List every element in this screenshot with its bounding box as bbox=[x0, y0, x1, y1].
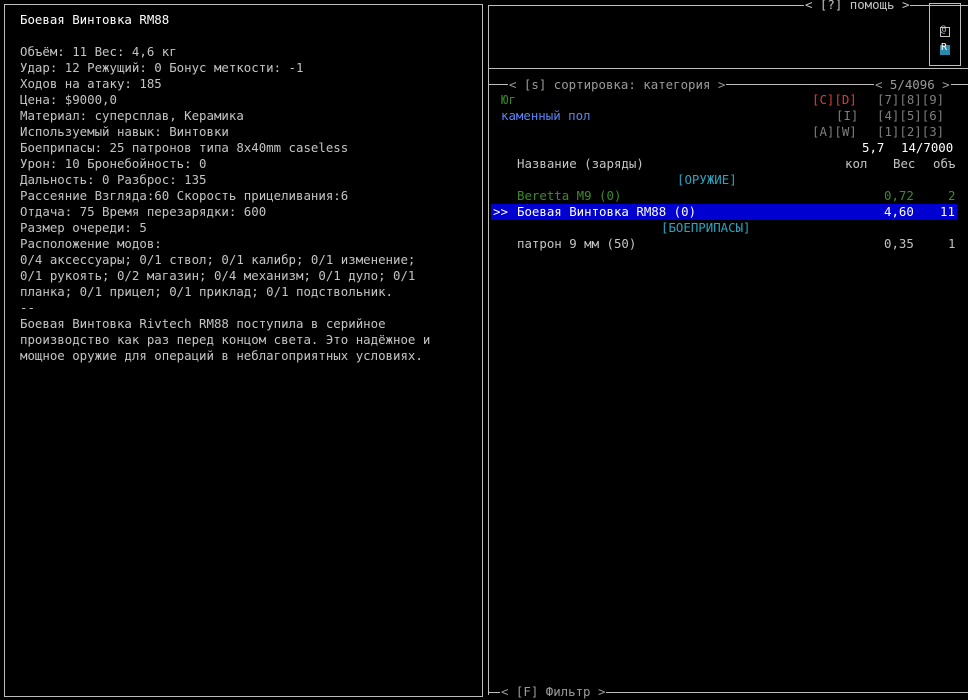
column-header-weight: Вес bbox=[893, 156, 916, 171]
column-header-volume: объ bbox=[933, 156, 956, 171]
item-volume: 1 bbox=[948, 236, 956, 251]
stat-line: Урон: 10 Бронебойность: 0 bbox=[20, 156, 207, 171]
item-volume: 11 bbox=[940, 204, 955, 219]
stat-line: Рассеяние Взгляда:60 Скорость прицеливан… bbox=[20, 188, 349, 203]
direction-label: Юг bbox=[501, 92, 516, 107]
key-hints-active[interactable]: [C][D] bbox=[812, 92, 857, 108]
key-hints-numpad-top[interactable]: [7][8][9] bbox=[877, 92, 944, 108]
divider-left bbox=[488, 5, 489, 695]
flavor-text-line: Боевая Винтовка Rivtech RM88 поступила в… bbox=[20, 316, 386, 331]
stat-line: Используемый навык: Винтовки bbox=[20, 124, 229, 139]
top-area-bottom-border bbox=[488, 68, 968, 69]
mod-slots-line: планка; 0/1 прицел; 0/1 приклад; 0/1 под… bbox=[20, 284, 393, 299]
stat-line: Дальность: 0 Разброс: 135 bbox=[20, 172, 207, 187]
item-name: Beretta M9 (0) bbox=[517, 188, 622, 203]
key-hints-inventory[interactable]: [I] bbox=[836, 108, 858, 124]
cursor-marker: >> bbox=[493, 204, 508, 219]
item-title: Боевая Винтовка RM88 bbox=[20, 12, 170, 27]
stat-line: Размер очереди: 5 bbox=[20, 220, 147, 235]
key-hints-numpad-bottom[interactable]: [1][2][3] bbox=[877, 124, 944, 140]
help-label[interactable]: < [?] помощь > bbox=[804, 0, 911, 13]
item-name: патрон 9 мм (50) bbox=[517, 236, 637, 251]
item-weight: 0,72 bbox=[884, 188, 914, 203]
flavor-text-line: мощное оружие для операций в неблагоприя… bbox=[20, 348, 423, 363]
stat-line: Ходов на атаку: 185 bbox=[20, 76, 162, 91]
separator-line: -- bbox=[20, 300, 35, 315]
list-item-rm88[interactable]: >> Боевая Винтовка RM88 (0) 4,60 11 bbox=[493, 204, 958, 220]
stat-line: Отдача: 75 Время перезарядки: 600 bbox=[20, 204, 267, 219]
weight-total: 5,7 bbox=[862, 140, 885, 155]
item-weight: 0,35 bbox=[884, 236, 914, 251]
location-label: каменный пол bbox=[501, 108, 591, 123]
volume-total: 14/7000 bbox=[901, 140, 954, 155]
filter-button[interactable]: < [F] Фильтр > bbox=[500, 684, 607, 700]
stat-line: Материал: суперсплав, Керамика bbox=[20, 108, 244, 123]
list-item-beretta[interactable]: Beretta M9 (0) 0,72 2 bbox=[517, 188, 962, 204]
key-hints-worn[interactable]: [A][W] bbox=[812, 124, 857, 140]
stat-line: Удар: 12 Режущий: 0 Бонус меткости: -1 bbox=[20, 60, 304, 75]
key-hints-numpad-mid[interactable]: [4][5][6] bbox=[877, 108, 944, 124]
sort-selector[interactable]: < [s] сортировка: категория > bbox=[508, 77, 727, 93]
item-tab-label: R bbox=[941, 42, 948, 53]
list-item-9mm[interactable]: патрон 9 мм (50) 0,35 1 bbox=[517, 236, 962, 252]
item-weight: 4,60 bbox=[884, 204, 914, 219]
item-volume: 2 bbox=[948, 188, 956, 203]
item-name: Боевая Винтовка RM88 (0) bbox=[517, 204, 697, 219]
category-header: [БОЕПРИПАСЫ] bbox=[661, 220, 751, 235]
column-header-name: Название (заряды) bbox=[517, 156, 644, 171]
stat-line: Объём: 11 Вес: 4,6 кг bbox=[20, 44, 177, 59]
category-header: [ОРУЖИЕ] bbox=[677, 172, 737, 187]
stat-line: Расположение модов: bbox=[20, 236, 162, 251]
column-header-count: кол bbox=[845, 156, 868, 171]
mod-slots-line: 0/4 аксессуары; 0/1 ствол; 0/1 калибр; 0… bbox=[20, 252, 416, 267]
flavor-text-line: производство как раз перед концом света.… bbox=[20, 332, 431, 347]
player-tab-label: @ bbox=[940, 24, 947, 35]
page-counter: < 5/4096 > bbox=[874, 77, 951, 93]
stat-line: Боеприпасы: 25 патронов типа 8x40mm case… bbox=[20, 140, 349, 155]
mod-slots-line: 0/1 рукоять; 0/2 магазин; 0/4 механизм; … bbox=[20, 268, 416, 283]
stat-line: Цена: $9000,0 bbox=[20, 92, 117, 107]
